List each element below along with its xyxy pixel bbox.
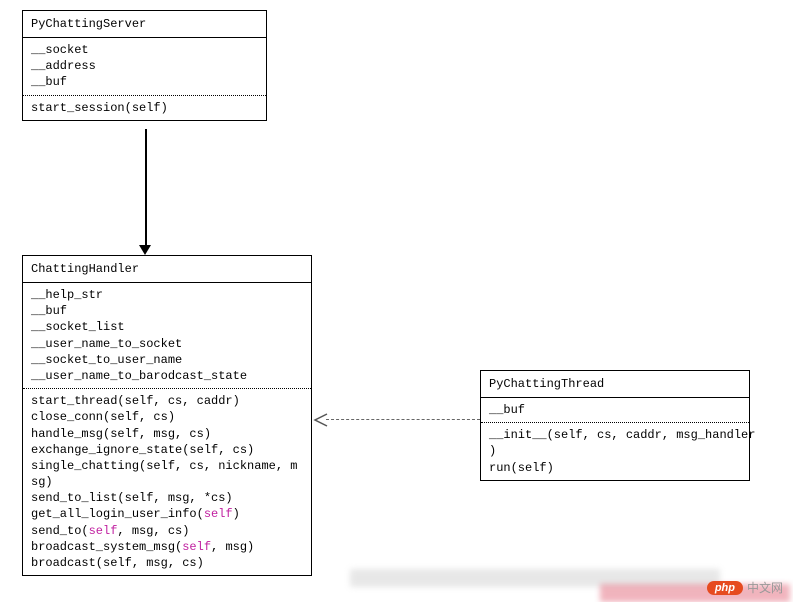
attr: __user_name_to_barodcast_state [31,368,303,384]
attr: __buf [489,402,741,418]
method: start_thread(self, cs, caddr) [31,393,303,409]
arrowhead-down-icon [139,245,151,255]
attr: __help_str [31,287,303,303]
method: run(self) [489,460,741,476]
class-title: PyChattingThread [481,371,749,398]
method: send_to(self, msg, cs) [31,523,303,539]
class-title: PyChattingServer [23,11,266,38]
attr: __socket_list [31,319,303,335]
method: broadcast(self, msg, cs) [31,555,303,571]
method: send_to_list(self, msg, *cs) [31,490,303,506]
class-attributes: __socket __address __buf [23,38,266,96]
watermark-text: 中文网 [747,579,783,596]
method: handle_msg(self, msg, cs) [31,426,303,442]
attr: __buf [31,74,258,90]
method: single_chatting(self, cs, nickname, m [31,458,303,474]
watermark: php 中文网 [707,579,783,596]
attr: __socket_to_user_name [31,352,303,368]
method: start_session(self) [31,100,258,116]
attr: __socket [31,42,258,58]
class-attributes: __help_str __buf __socket_list __user_na… [23,283,311,389]
class-title: ChattingHandler [23,256,311,283]
method: sg) [31,474,303,490]
method: broadcast_system_msg(self, msg) [31,539,303,555]
attr: __address [31,58,258,74]
class-methods: start_session(self) [23,96,266,120]
class-pychattingserver: PyChattingServer __socket __address __bu… [22,10,267,121]
association-line [145,129,147,247]
method: get_all_login_user_info(self) [31,506,303,522]
attr: __buf [31,303,303,319]
class-attributes: __buf [481,398,749,423]
class-pychattingthread: PyChattingThread __buf __init__(self, cs… [480,370,750,481]
method: exchange_ignore_state(self, cs) [31,442,303,458]
class-methods: __init__(self, cs, caddr, msg_handler ) … [481,423,749,480]
attr: __user_name_to_socket [31,336,303,352]
class-chattinghandler: ChattingHandler __help_str __buf __socke… [22,255,312,576]
class-methods: start_thread(self, cs, caddr) close_conn… [23,389,311,575]
php-badge-icon: php [707,581,743,595]
arrowhead-left-icon [313,412,327,426]
dependency-line [326,419,480,420]
method: ) [489,443,741,459]
method: __init__(self, cs, caddr, msg_handler [489,427,741,443]
method: close_conn(self, cs) [31,409,303,425]
